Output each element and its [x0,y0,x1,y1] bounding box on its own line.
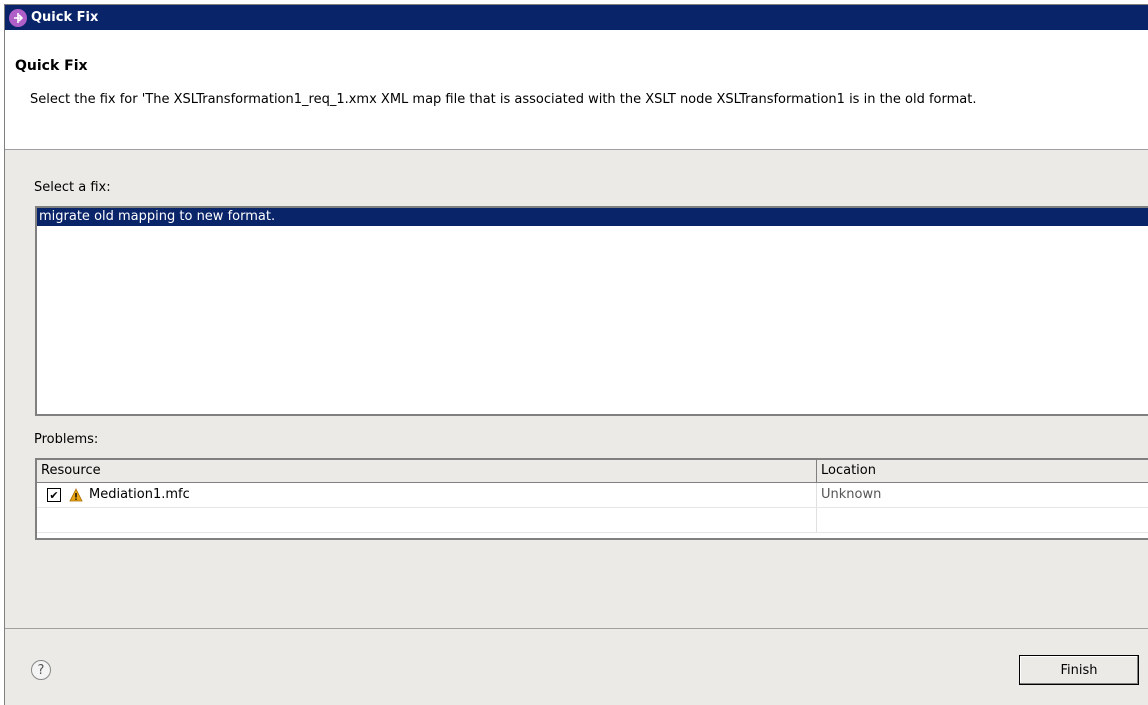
quick-fix-icon [9,8,27,27]
resource-column-header[interactable]: Resource [37,460,817,482]
problems-table: Resource Location ✔ Mediation1.mfc Unkno… [35,458,1148,540]
button-bar: ? Finish [5,628,1148,705]
table-header: Resource Location [37,460,1148,483]
problem-checkbox[interactable]: ✔ [47,488,61,502]
fix-list[interactable]: migrate old mapping to new format. [35,206,1148,416]
select-fix-label: Select a fix: [34,180,111,195]
finish-button[interactable]: Finish [1019,655,1139,685]
resource-cell [37,508,817,532]
table-row[interactable]: ✔ Mediation1.mfc Unknown [37,483,1148,508]
fix-item[interactable]: migrate old mapping to new format. [37,208,1148,226]
location-cell: Unknown [821,487,882,502]
page-description: Select the fix for 'The XSLTransformatio… [30,92,977,107]
window-title: Quick Fix [31,10,99,25]
warning-icon [69,488,83,502]
resource-name: Mediation1.mfc [89,487,190,502]
dialog-header: Quick Fix Select the fix for 'The XSLTra… [5,30,1148,150]
location-column-header[interactable]: Location [817,460,1148,482]
help-icon[interactable]: ? [31,660,51,680]
dialog-body: Select a fix: migrate old mapping to new… [5,150,1148,628]
table-row [37,508,1148,533]
page-title: Quick Fix [15,58,88,74]
location-cell [817,508,1148,532]
resource-cell: ✔ Mediation1.mfc [37,483,817,507]
problems-label: Problems: [34,432,99,447]
quick-fix-dialog: Quick Fix Quick Fix Select the fix for '… [4,4,1148,705]
title-bar: Quick Fix [5,5,1148,30]
